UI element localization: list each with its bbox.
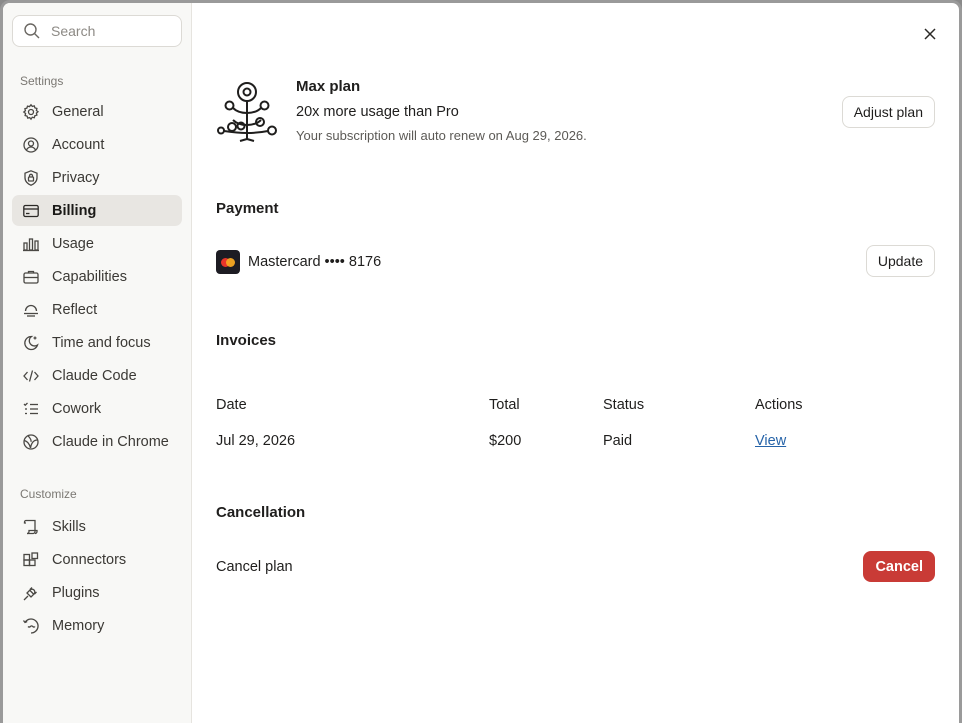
scroll-icon bbox=[23, 519, 38, 534]
search-icon bbox=[24, 23, 40, 39]
credit-card-icon bbox=[23, 204, 39, 217]
sidebar-item-label: Skills bbox=[52, 518, 86, 535]
plug-icon bbox=[23, 586, 37, 600]
sidebar-item-time-and-focus[interactable]: Time and focus bbox=[12, 327, 182, 358]
column-header-total: Total bbox=[489, 397, 520, 413]
plan-subtitle: 20x more usage than Pro bbox=[296, 104, 459, 120]
sidebar-item-billing[interactable]: Billing bbox=[12, 195, 182, 226]
sidebar-item-label: Connectors bbox=[52, 551, 127, 568]
sidebar-item-plugins[interactable]: Plugins bbox=[12, 577, 182, 608]
update-payment-button[interactable]: Update bbox=[865, 245, 935, 277]
invoices-table: Date Total Status Actions Jul 29, 2026 $… bbox=[216, 387, 935, 459]
close-icon bbox=[924, 28, 936, 40]
code-icon bbox=[23, 369, 39, 382]
close-button[interactable] bbox=[919, 23, 941, 45]
plan-tree-icon bbox=[217, 82, 277, 142]
payment-section-title: Payment bbox=[216, 200, 279, 217]
globe-icon bbox=[23, 433, 39, 450]
sidebar-item-label: Billing bbox=[52, 202, 97, 219]
cancel-plan-label: Cancel plan bbox=[216, 559, 293, 575]
sidebar-item-claude-in-chrome[interactable]: Claude in Chrome bbox=[12, 426, 182, 457]
sidebar: Settings General Account Privacy Billing… bbox=[3, 3, 192, 723]
settings-window: Settings General Account Privacy Billing… bbox=[0, 0, 962, 723]
checklist-icon bbox=[23, 402, 38, 414]
sidebar-item-privacy[interactable]: Privacy bbox=[12, 162, 182, 193]
sidebar-item-label: Cowork bbox=[52, 400, 102, 417]
gear-icon bbox=[22, 103, 40, 120]
sidebar-item-cowork[interactable]: Cowork bbox=[12, 393, 182, 424]
sidebar-item-general[interactable]: General bbox=[12, 96, 182, 127]
view-invoice-link[interactable]: View bbox=[755, 433, 786, 449]
sidebar-item-label: General bbox=[52, 103, 104, 120]
adjust-plan-button[interactable]: Adjust plan bbox=[841, 96, 935, 128]
cancellation-section-title: Cancellation bbox=[216, 504, 306, 521]
sidebar-item-capabilities[interactable]: Capabilities bbox=[12, 261, 182, 292]
sidebar-item-skills[interactable]: Skills bbox=[12, 511, 182, 542]
reflect-icon bbox=[24, 304, 38, 317]
sidebar-item-label: Time and focus bbox=[52, 334, 151, 351]
invoice-total: $200 bbox=[489, 433, 522, 449]
sidebar-item-label: Reflect bbox=[52, 301, 98, 318]
sidebar-item-connectors[interactable]: Connectors bbox=[12, 544, 182, 575]
sidebar-item-label: Account bbox=[52, 136, 105, 153]
moon-icon bbox=[24, 335, 39, 350]
search-input[interactable] bbox=[51, 23, 161, 39]
card-number: Mastercard •••• 8176 bbox=[248, 254, 382, 270]
blocks-icon bbox=[23, 551, 39, 566]
cancel-plan-button[interactable]: Cancel bbox=[863, 551, 935, 582]
plan-text: Max plan 20x more usage than Pro Your su… bbox=[296, 78, 587, 143]
invoices-section-title: Invoices bbox=[216, 332, 277, 349]
shield-lock-icon bbox=[24, 169, 38, 186]
sidebar-item-label: Claude in Chrome bbox=[52, 433, 169, 450]
column-header-actions: Actions bbox=[755, 397, 803, 413]
plan-summary: Max plan 20x more usage than Pro Your su… bbox=[216, 78, 935, 148]
table-row: Jul 29, 2026 $200 Paid View bbox=[216, 423, 935, 459]
plan-renew-text: Your subscription will auto renew on Aug… bbox=[296, 128, 587, 143]
search-box[interactable] bbox=[12, 15, 182, 47]
billing-panel: Max plan 20x more usage than Pro Your su… bbox=[192, 3, 959, 723]
sidebar-item-usage[interactable]: Usage bbox=[12, 228, 182, 259]
settings-section-label: Settings bbox=[20, 74, 64, 88]
invoice-status: Paid bbox=[603, 433, 633, 449]
user-circle-icon bbox=[23, 136, 39, 153]
payment-method-row: Mastercard •••• 8176 Update bbox=[216, 245, 935, 279]
sidebar-item-label: Claude Code bbox=[52, 367, 137, 384]
cancel-plan-row: Cancel plan Cancel bbox=[216, 551, 935, 583]
sidebar-item-label: Privacy bbox=[52, 169, 100, 186]
customize-section-label: Customize bbox=[20, 487, 77, 501]
sidebar-item-label: Usage bbox=[52, 235, 94, 252]
sidebar-item-label: Memory bbox=[52, 617, 105, 634]
memory-icon bbox=[22, 617, 39, 634]
sidebar-item-claude-code[interactable]: Claude Code bbox=[12, 360, 182, 391]
sidebar-item-memory[interactable]: Memory bbox=[12, 610, 182, 641]
sidebar-item-label: Plugins bbox=[52, 584, 100, 601]
mastercard-icon bbox=[216, 250, 240, 274]
invoice-date: Jul 29, 2026 bbox=[216, 433, 296, 449]
sidebar-item-account[interactable]: Account bbox=[12, 129, 182, 160]
briefcase-icon bbox=[23, 270, 39, 284]
plan-title: Max plan bbox=[296, 78, 361, 95]
bar-chart-icon bbox=[23, 237, 39, 251]
table-header: Date Total Status Actions bbox=[216, 387, 935, 423]
sidebar-item-label: Capabilities bbox=[52, 268, 127, 285]
column-header-date: Date bbox=[216, 397, 247, 413]
sidebar-item-reflect[interactable]: Reflect bbox=[12, 294, 182, 325]
column-header-status: Status bbox=[603, 397, 645, 413]
